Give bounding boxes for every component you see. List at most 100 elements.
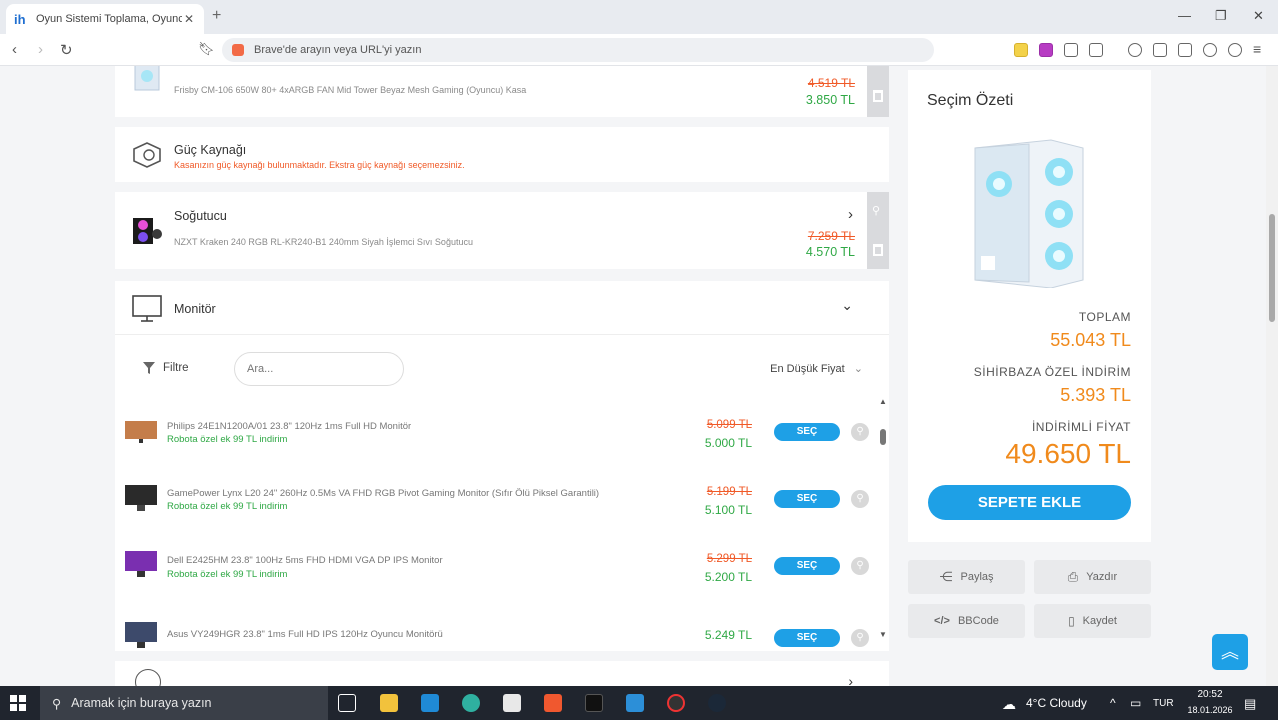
minimize-icon[interactable]: — (1178, 8, 1191, 23)
clock-time[interactable]: 20:52 (1190, 689, 1230, 700)
page-content: Frisby CM-106 650W 80+ 4xARGB FAN Mid To… (0, 66, 1278, 686)
product-name: Asus VY249HGR 23.8" 1ms Full HD IPS 120H… (167, 629, 443, 640)
scroll-thumb[interactable] (880, 429, 886, 445)
search-input[interactable] (234, 352, 404, 386)
share-button[interactable]: ⋲ Paylaş (908, 560, 1025, 594)
close-tab-icon[interactable]: ✕ (182, 12, 196, 26)
final-price-label: İNDİRİMLİ FİYAT (1031, 420, 1131, 434)
scroll-to-top-button[interactable]: ︽ (1212, 634, 1248, 670)
search-icon[interactable]: ⚲ (851, 423, 869, 441)
browser-tab[interactable]: ih Oyun Sistemi Toplama, Oyuncu P ✕ (6, 4, 204, 34)
vpn-icon[interactable] (1228, 43, 1242, 57)
browser-toolbar: ‹ › ↻ 🔖︎ Brave'de arayın veya URL'yi yaz… (0, 34, 1278, 66)
extension-icon[interactable] (1014, 43, 1028, 57)
select-button[interactable]: SEÇ (774, 490, 840, 508)
save-button[interactable]: ▯ Kaydet (1034, 604, 1151, 638)
app-icon[interactable] (626, 694, 644, 712)
weather-text[interactable]: 4°C Cloudy (1026, 696, 1087, 710)
page-scrollbar-thumb[interactable] (1269, 214, 1275, 322)
photos-icon[interactable] (503, 694, 521, 712)
chevron-down-icon[interactable]: ⌄ (841, 297, 853, 314)
search-icon[interactable]: ⚲ (851, 557, 869, 575)
sidebar-icon[interactable] (1153, 43, 1167, 57)
chevron-right-icon[interactable]: › (848, 673, 853, 686)
chevron-right-icon[interactable]: › (848, 206, 853, 223)
wallet-card-icon[interactable] (1178, 43, 1192, 57)
page-scrollbar[interactable] (1266, 66, 1278, 686)
notifications-icon[interactable]: ▤ (1244, 696, 1256, 712)
clock-date[interactable]: 18.01.2026 (1183, 705, 1237, 715)
forward-icon[interactable]: › (38, 41, 43, 58)
bbcode-button[interactable]: </> BBCode (908, 604, 1025, 638)
tiktok-icon[interactable] (585, 694, 603, 712)
leo-ai-icon[interactable] (1203, 43, 1217, 57)
task-view-icon[interactable] (338, 694, 356, 712)
code-icon: </> (934, 615, 950, 627)
file-explorer-icon[interactable] (380, 694, 398, 712)
total-value: 55.043 TL (1050, 330, 1131, 350)
search-icon[interactable]: ⚲ (851, 490, 869, 508)
select-button[interactable]: SEÇ (774, 557, 840, 575)
product-new-price: 5.000 TL (704, 436, 752, 450)
trash-icon[interactable] (873, 244, 883, 256)
back-icon[interactable]: ‹ (12, 41, 17, 58)
windows-start-icon[interactable] (10, 695, 26, 711)
tray-chevron-icon[interactable]: ^ (1110, 696, 1116, 710)
brave-browser-icon[interactable] (544, 694, 562, 712)
weather-icon: ☁ (1002, 696, 1016, 712)
product-thumbnail-icon (125, 485, 157, 511)
extension-icon[interactable] (1039, 43, 1053, 57)
product-bonus: Robota özel ek 99 TL indirim (167, 434, 288, 445)
search-icon[interactable]: ⚲ (872, 204, 880, 217)
power-supply-icon (133, 142, 161, 168)
save-label: Kaydet (1082, 615, 1117, 627)
close-window-icon[interactable]: ✕ (1253, 8, 1264, 24)
extensions-puzzle-icon[interactable] (1064, 43, 1078, 57)
mail-icon[interactable] (421, 694, 439, 712)
new-tab-icon[interactable]: + (212, 7, 221, 25)
scroll-down-icon[interactable]: ▼ (879, 630, 887, 639)
search-icon[interactable]: ⚲ (851, 629, 869, 647)
monitor-title: Monitör (174, 302, 216, 316)
steam-icon[interactable] (708, 694, 726, 712)
list-item: Asus VY249HGR 23.8" 1ms Full HD IPS 120H… (115, 597, 875, 651)
language-indicator[interactable]: TUR (1153, 698, 1174, 709)
app-icon[interactable] (667, 694, 685, 712)
network-icon[interactable]: ▭ (1130, 696, 1141, 710)
product-thumbnail-icon (125, 551, 157, 577)
scroll-up-icon[interactable]: ▲ (879, 399, 887, 406)
maximize-icon[interactable]: ❐ (1215, 8, 1227, 24)
next-component-card[interactable]: › (115, 661, 889, 686)
psu-card[interactable]: Güç Kaynağı Kasanızın güç kaynağı bulunm… (115, 127, 889, 182)
component-icon (135, 669, 161, 686)
case-card[interactable]: Frisby CM-106 650W 80+ 4xARGB FAN Mid To… (115, 66, 889, 117)
case-remove-button[interactable] (867, 66, 889, 117)
select-button[interactable]: SEÇ (774, 423, 840, 441)
search-icon: ⚲ (52, 696, 62, 711)
bookmark-icon[interactable]: 🔖︎ (198, 41, 215, 57)
cooler-card[interactable]: Soğutucu › NZXT Kraken 240 RGB RL-KR240-… (115, 192, 889, 269)
address-bar[interactable]: Brave'de arayın veya URL'yi yazın (222, 38, 934, 62)
add-to-cart-button[interactable]: SEPETE EKLE (928, 485, 1131, 520)
reload-icon[interactable]: ↻ (60, 41, 73, 59)
share-icon: ⋲ (939, 569, 953, 584)
share-label: Paylaş (960, 571, 994, 583)
edge-icon[interactable] (462, 694, 480, 712)
sort-dropdown[interactable]: En Düşük Fiyat ⌄ (770, 362, 863, 375)
extension-icon[interactable] (1089, 43, 1103, 57)
case-new-price: 3.850 TL (805, 93, 855, 107)
menu-icon[interactable]: ≡ (1253, 41, 1261, 57)
select-button[interactable]: SEÇ (774, 629, 840, 647)
selection-summary: Seçim Özeti TOPLAM 55.043 TL SİHİRBAZA Ö… (908, 70, 1151, 542)
wallet-icon[interactable] (1128, 43, 1142, 57)
case-old-price: 4.519 TL (807, 76, 855, 90)
print-button[interactable]: ⎙ Yazdır (1034, 560, 1151, 594)
discount-value: 5.393 TL (1060, 385, 1131, 405)
cooler-new-price: 4.570 TL (805, 245, 855, 259)
psu-title: Güç Kaynağı (174, 143, 247, 157)
taskbar-search[interactable]: ⚲ Aramak için buraya yazın (40, 686, 328, 720)
sort-label: En Düşük Fiyat (770, 363, 845, 375)
list-scrollbar[interactable]: ▲ ▼ (879, 399, 887, 639)
filter-button[interactable]: Filtre (143, 361, 189, 375)
monitor-icon (132, 295, 162, 322)
